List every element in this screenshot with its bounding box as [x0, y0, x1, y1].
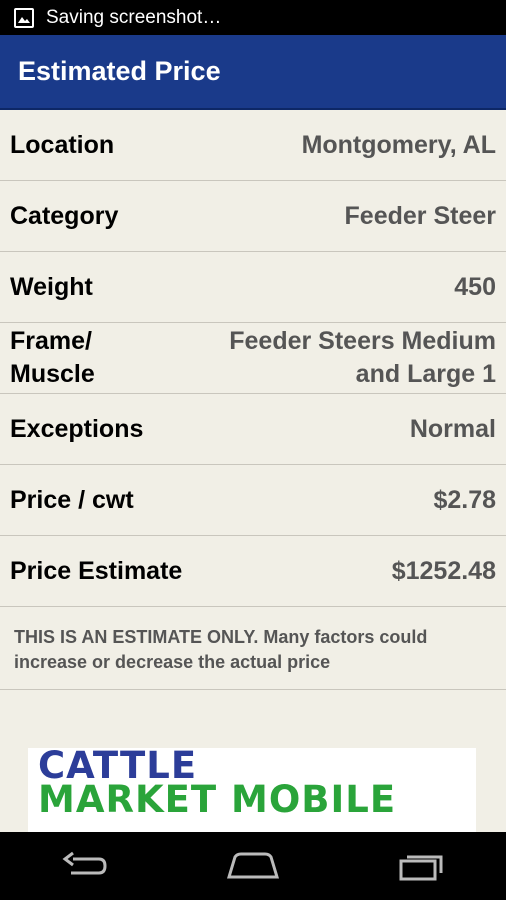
- page-title: Estimated Price: [18, 56, 221, 86]
- price-estimate-row: Price Estimate $1252.48: [0, 536, 506, 607]
- home-button[interactable]: [223, 846, 283, 886]
- category-value: Feeder Steer: [344, 201, 496, 230]
- price-estimate-value: $1252.48: [391, 556, 496, 585]
- location-row: Location Montgomery, AL: [0, 110, 506, 181]
- app-bar: Estimated Price: [0, 35, 506, 110]
- recent-apps-button[interactable]: [392, 846, 452, 886]
- status-bar: Saving screenshot…: [0, 0, 506, 35]
- category-label: Category: [10, 201, 119, 230]
- logo-line2: MARKET MOBILE: [38, 778, 397, 821]
- price-estimate-label: Price Estimate: [10, 556, 183, 585]
- image-icon: [14, 7, 34, 28]
- frame-muscle-value: Feeder Steers Medium and Large 1: [229, 325, 496, 391]
- price-cwt-label: Price / cwt: [10, 485, 134, 514]
- disclaimer-text: THIS IS AN ESTIMATE ONLY. Many factors c…: [0, 607, 506, 690]
- cattle-market-mobile-logo[interactable]: CATTLE MARKET MOBILE: [28, 748, 476, 832]
- exceptions-label: Exceptions: [10, 414, 144, 443]
- frame-muscle-label-line2: Muscle: [10, 360, 95, 388]
- weight-label: Weight: [10, 272, 93, 301]
- back-button[interactable]: [54, 846, 114, 886]
- status-text: Saving screenshot…: [46, 6, 222, 28]
- weight-row: Weight 450: [0, 252, 506, 323]
- frame-muscle-value-line2: and Large 1: [355, 360, 496, 388]
- exceptions-row: Exceptions Normal: [0, 394, 506, 465]
- weight-value: 450: [454, 272, 496, 301]
- frame-muscle-value-line1: Feeder Steers Medium: [229, 327, 496, 355]
- exceptions-value: Normal: [409, 414, 496, 443]
- recent-apps-icon: [399, 855, 443, 881]
- frame-muscle-label-line1: Frame/: [10, 327, 92, 355]
- location-label: Location: [10, 130, 115, 159]
- price-cwt-value: $2.78: [433, 485, 496, 514]
- category-row: Category Feeder Steer: [0, 181, 506, 252]
- navigation-bar: [0, 832, 506, 900]
- price-cwt-row: Price / cwt $2.78: [0, 465, 506, 536]
- frame-muscle-row: Frame/ Muscle Feeder Steers Medium and L…: [0, 323, 506, 394]
- price-details: Location Montgomery, AL Category Feeder …: [0, 110, 506, 690]
- back-icon: [62, 851, 107, 875]
- home-icon: [226, 852, 280, 879]
- frame-muscle-label: Frame/ Muscle: [10, 325, 160, 391]
- location-value: Montgomery, AL: [301, 130, 496, 159]
